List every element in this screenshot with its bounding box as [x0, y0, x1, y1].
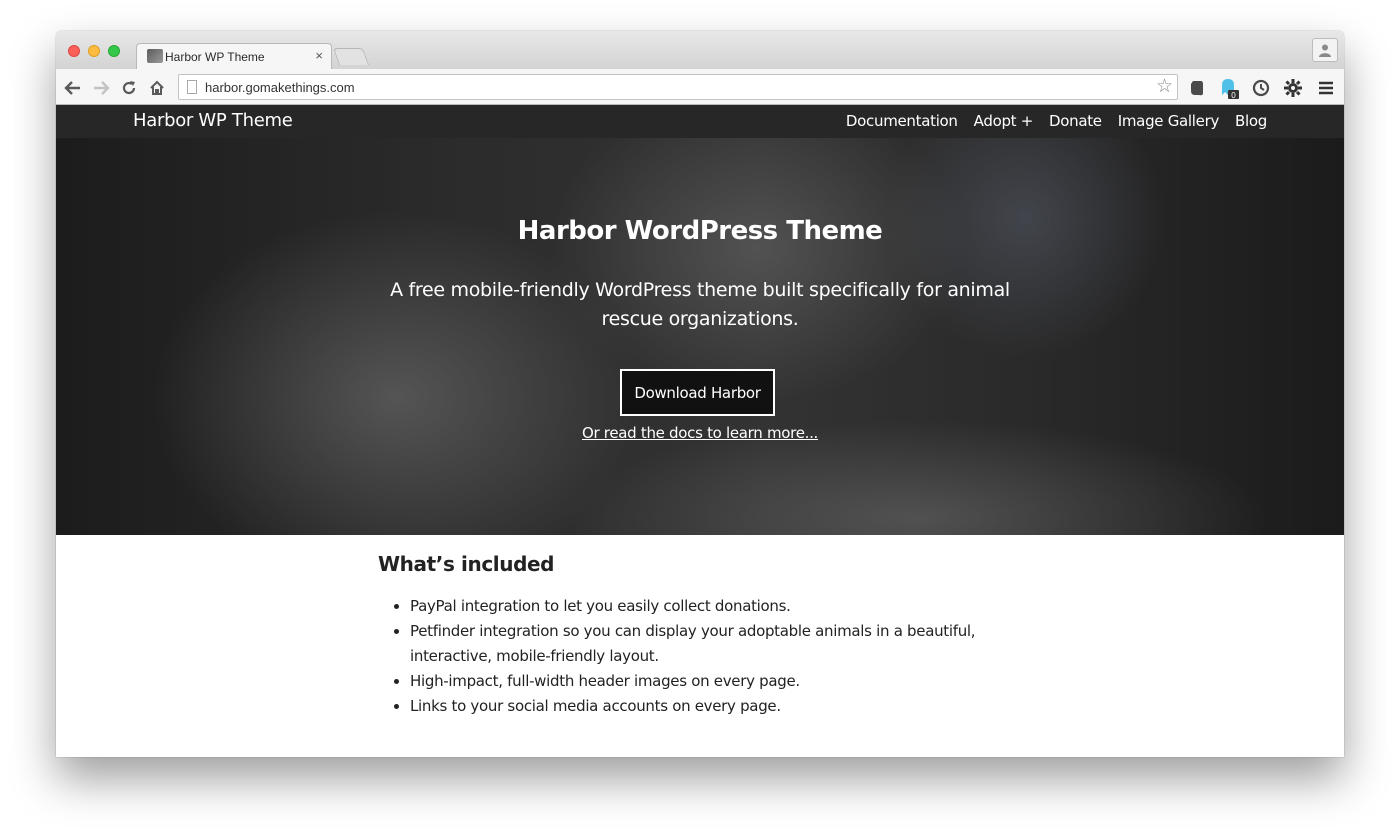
evernote-extension-icon[interactable]: [1186, 77, 1208, 99]
address-bar[interactable]: harbor.gomakethings.com ☆: [178, 74, 1178, 100]
tab-strip: Harbor WP Theme ×: [56, 31, 1344, 69]
list-item: Petfinder integration so you can display…: [410, 619, 1038, 669]
hero-banner: Harbor WordPress Theme A free mobile-fri…: [56, 138, 1344, 535]
section-heading: What’s included: [378, 552, 555, 576]
extension-badge: 0: [1231, 91, 1236, 99]
hero-subtitle: A free mobile-friendly WordPress theme b…: [390, 279, 1010, 330]
list-item: High-impact, full-width header images on…: [410, 669, 1038, 694]
url-text[interactable]: harbor.gomakethings.com: [205, 80, 355, 95]
list-item: Links to your social media accounts on e…: [410, 694, 1038, 719]
close-window-button[interactable]: [68, 45, 80, 57]
site-logo[interactable]: Harbor WP Theme: [133, 110, 293, 131]
nav-donate[interactable]: Donate: [1049, 112, 1102, 130]
browser-toolbar: harbor.gomakethings.com ☆ 0: [56, 69, 1344, 105]
bookmark-star-icon[interactable]: ☆: [1156, 76, 1173, 98]
features-list: PayPal integration to let you easily col…: [378, 594, 1038, 719]
site-navbar: Harbor WP Theme Documentation Adopt + Do…: [56, 105, 1344, 138]
nav-image-gallery[interactable]: Image Gallery: [1118, 112, 1220, 130]
web-page: Harbor WP Theme Documentation Adopt + Do…: [56, 105, 1344, 757]
settings-gear-icon[interactable]: [1282, 77, 1304, 99]
ghostery-extension-icon[interactable]: 0: [1218, 77, 1240, 99]
zoom-window-button[interactable]: [108, 45, 120, 57]
browser-window: Harbor WP Theme × harbor.gomakethings.co…: [56, 31, 1344, 757]
tab-close-icon[interactable]: ×: [315, 48, 323, 63]
profile-icon[interactable]: [1312, 38, 1338, 62]
home-icon[interactable]: [146, 77, 168, 99]
main-content: What’s included PayPal integration to le…: [378, 552, 1038, 719]
favicon-icon: [147, 49, 163, 63]
back-arrow-icon[interactable]: [62, 77, 84, 99]
nav-links: Documentation Adopt + Donate Image Galle…: [846, 112, 1267, 130]
nav-adopt[interactable]: Adopt +: [974, 112, 1034, 130]
tab-title: Harbor WP Theme: [165, 50, 265, 64]
menu-hamburger-icon[interactable]: [1315, 77, 1337, 99]
read-docs-link[interactable]: Or read the docs to learn more...: [56, 424, 1344, 442]
new-tab-button[interactable]: [332, 48, 370, 65]
download-harbor-button[interactable]: Download Harbor: [620, 369, 775, 416]
list-item: PayPal integration to let you easily col…: [410, 594, 1038, 619]
forward-arrow-icon[interactable]: [90, 77, 112, 99]
tab-harbor[interactable]: Harbor WP Theme ×: [136, 43, 332, 69]
reload-icon[interactable]: [118, 77, 140, 99]
nav-documentation[interactable]: Documentation: [846, 112, 958, 130]
sync-extension-icon[interactable]: [1250, 77, 1272, 99]
page-icon: [187, 80, 197, 94]
minimize-window-button[interactable]: [88, 45, 100, 57]
hero-title: Harbor WordPress Theme: [517, 216, 883, 246]
nav-blog[interactable]: Blog: [1235, 112, 1267, 130]
